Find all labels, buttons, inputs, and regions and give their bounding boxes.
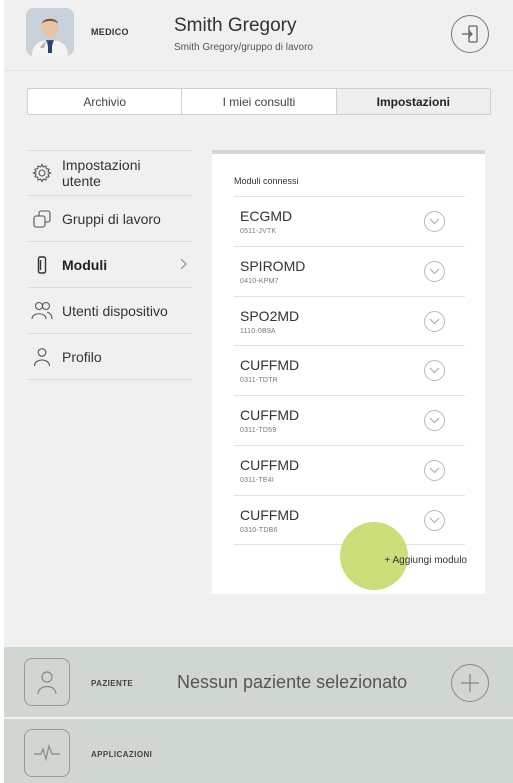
users-icon <box>31 300 53 322</box>
sidebar-item-gruppi-di-lavoro[interactable]: Gruppi di lavoro <box>27 196 193 242</box>
module-name: CUFFMD <box>240 456 300 473</box>
main-tabs: Archivio I miei consulti Impostazioni <box>27 88 491 115</box>
user-role: MEDICO <box>91 27 129 37</box>
sidebar-item-label: Profilo <box>62 348 102 365</box>
module-code: 0311-TD59 <box>240 427 277 435</box>
groups-icon <box>31 208 53 230</box>
chevron-down-icon[interactable] <box>424 509 445 531</box>
add-patient-button[interactable] <box>451 664 489 702</box>
panel-title: Moduli connessi <box>234 176 299 186</box>
module-name: SPO2MD <box>240 307 300 324</box>
user-name: Smith Gregory <box>174 15 297 36</box>
doctor-avatar[interactable] <box>26 8 74 56</box>
gear-icon <box>31 162 53 184</box>
module-name: ECGMD <box>240 208 293 224</box>
chevron-down-icon[interactable] <box>424 410 445 432</box>
person-icon <box>31 346 53 368</box>
list-item[interactable]: SPO2MD 1110-0B9A <box>234 295 465 346</box>
patient-status: Nessun paziente selezionato <box>177 672 408 692</box>
patient-button[interactable] <box>24 658 70 706</box>
module-icon <box>31 254 53 276</box>
settings-sidebar: Impostazioni utente Gruppi di lavoro Mod… <box>27 150 193 380</box>
modules-list: ECGMD 0511-JVTK SPIROMD 0410-KPM7 SPO2MD… <box>234 196 465 545</box>
modules-panel: Moduli connessi ECGMD 0511-JVTK SPIROMD … <box>212 150 485 594</box>
list-item[interactable]: CUFFMD 0311-TDTR <box>234 345 465 395</box>
module-code: 0310-TDB6 <box>240 526 278 534</box>
sidebar-item-utenti-dispositivo[interactable]: Utenti dispositivo <box>27 288 193 334</box>
module-code: 0511-JVTK <box>240 228 277 235</box>
list-item[interactable]: CUFFMD 0311-TD59 <box>234 395 465 445</box>
applications-button[interactable] <box>24 729 70 777</box>
sidebar-item-label: Impostazioni utente <box>62 157 141 189</box>
chevron-down-icon[interactable] <box>424 360 445 382</box>
applications-bar: APPLICAZIONI <box>4 719 513 783</box>
header: MEDICO Smith Gregory Smith Gregory/grupp… <box>4 0 513 70</box>
module-code: 0311-TDTR <box>240 377 278 385</box>
pulse-icon <box>34 744 60 762</box>
logout-icon <box>462 25 478 43</box>
plus-icon <box>461 674 479 692</box>
chevron-right-icon <box>179 257 189 276</box>
tab-impostazioni[interactable]: Impostazioni <box>336 89 490 114</box>
chevron-down-icon[interactable] <box>424 260 445 282</box>
sidebar-item-label: Utenti dispositivo <box>62 302 168 319</box>
tab-miei-consulti[interactable]: I miei consulti <box>182 89 337 114</box>
module-code: 0311-TE4I <box>240 476 274 484</box>
module-name: SPIROMD <box>240 257 306 274</box>
module-name: CUFFMD <box>240 506 300 523</box>
sidebar-item-label: Gruppi di lavoro <box>62 210 161 227</box>
module-code: 0410-KPM7 <box>240 277 279 285</box>
logout-button[interactable] <box>451 15 489 53</box>
list-item[interactable]: ECGMD 0511-JVTK <box>234 196 465 246</box>
list-item[interactable]: SPIROMD 0410-KPM7 <box>234 245 465 296</box>
app-window: MEDICO Smith Gregory Smith Gregory/grupp… <box>4 0 513 783</box>
patient-label: PAZIENTE <box>91 679 134 688</box>
chevron-down-icon[interactable] <box>424 310 445 332</box>
sidebar-item-label: Moduli <box>62 256 108 273</box>
chevron-down-icon[interactable] <box>424 211 445 232</box>
chevron-down-icon[interactable] <box>424 459 445 481</box>
header-divider <box>4 70 513 71</box>
sidebar-item-profilo[interactable]: Profilo <box>27 334 193 380</box>
person-icon <box>37 671 57 695</box>
module-name: CUFFMD <box>240 407 300 424</box>
user-group: Smith Gregory/gruppo di lavoro <box>174 42 313 53</box>
module-code: 1110-0B9A <box>240 327 276 335</box>
tab-archivio[interactable]: Archivio <box>28 89 183 114</box>
sidebar-item-impostazioni-utente[interactable]: Impostazioni utente <box>27 150 193 196</box>
list-item[interactable]: CUFFMD 0311-TE4I <box>234 444 465 495</box>
patient-bar: PAZIENTE Nessun paziente selezionato <box>4 647 513 717</box>
applications-label: APPLICAZIONI <box>91 750 153 759</box>
module-name: CUFFMD <box>240 357 300 374</box>
add-module-button[interactable]: + Aggiungi modulo <box>384 555 467 566</box>
sidebar-item-moduli[interactable]: Moduli <box>27 242 193 288</box>
